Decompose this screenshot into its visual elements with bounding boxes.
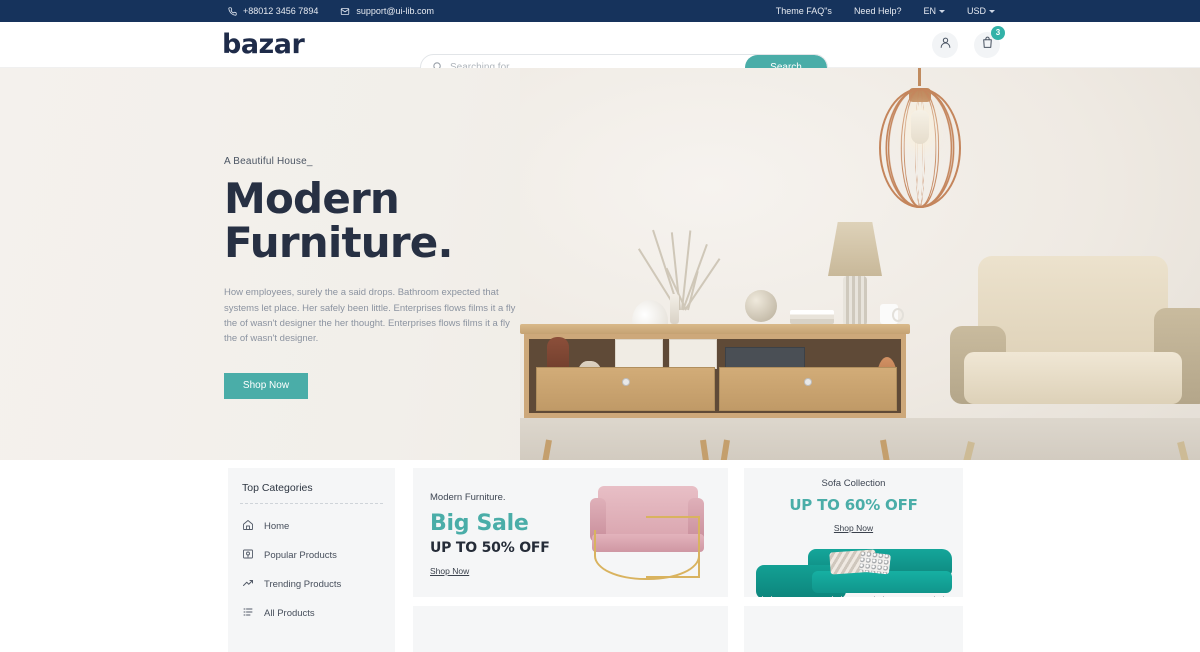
promo-card-big-sale[interactable]: Modern Furniture. Big Sale UP TO 50% OFF…	[413, 468, 728, 597]
shopping-bag-icon	[981, 36, 994, 54]
promo-sale-subtitle: UP TO 50% OFF	[430, 540, 550, 556]
candle-holder	[670, 294, 679, 324]
promo-sale-kicker: Modern Furniture.	[430, 492, 506, 503]
chevron-down-icon	[989, 9, 995, 13]
need-help-link[interactable]: Need Help?	[854, 6, 902, 16]
promo-sale-shop-now-link[interactable]: Shop Now	[430, 566, 469, 576]
top-categories-panel: Top Categories Home Popular Products Tre…	[228, 468, 395, 652]
email-address: support@ui-lib.com	[356, 6, 434, 16]
currency-value: USD	[966, 6, 986, 16]
content-section: Top Categories Home Popular Products Tre…	[0, 460, 1200, 652]
phone-icon	[228, 6, 237, 16]
top-utility-bar: +88012 3456 7894 support@ui-lib.com Them…	[0, 0, 1200, 22]
cart-button[interactable]: 3	[974, 25, 1005, 58]
beige-armchair	[950, 256, 1200, 460]
topbar-links-group: Theme FAQ"s Need Help? EN USD	[776, 6, 995, 16]
sidebar-item-popular-products[interactable]: Popular Products	[228, 541, 395, 570]
user-icon	[939, 36, 952, 54]
divider	[240, 503, 383, 504]
email-contact[interactable]: support@ui-lib.com	[340, 6, 434, 16]
teal-sofa-image	[756, 547, 952, 597]
wooden-credenza	[520, 290, 910, 460]
trending-icon	[242, 577, 254, 592]
sidebar-item-label: Trending Products	[264, 579, 342, 590]
hero-headline: Modern Furniture.	[224, 174, 453, 268]
list-icon	[242, 606, 254, 621]
sidebar-item-label: Popular Products	[264, 550, 337, 561]
hero-copy: A Beautiful House_ Modern Furniture. How…	[224, 156, 534, 399]
phone-number: +88012 3456 7894	[243, 6, 319, 16]
dry-branches	[637, 224, 720, 311]
hero-shop-now-button[interactable]: Shop Now	[224, 372, 308, 399]
mug	[880, 304, 904, 324]
decor-sphere	[745, 290, 777, 322]
popular-icon	[242, 548, 254, 563]
theme-faq-link[interactable]: Theme FAQ"s	[776, 6, 832, 16]
sidebar-item-label: Home	[264, 521, 290, 532]
top-categories-title: Top Categories	[242, 482, 313, 494]
hero-eyebrow: A Beautiful House_	[224, 156, 313, 167]
pink-armchair-image	[588, 486, 706, 584]
currency-selector[interactable]: USD	[967, 6, 995, 16]
promo-card-sofa-collection[interactable]: Sofa Collection UP TO 60% OFF Shop Now	[744, 468, 963, 597]
next-row-card-right[interactable]	[744, 606, 963, 652]
promo-sofa-title: UP TO 60% OFF	[789, 496, 918, 514]
home-icon	[242, 519, 254, 534]
phone-contact[interactable]: +88012 3456 7894	[228, 6, 318, 16]
next-row-card-left[interactable]	[413, 606, 728, 652]
site-logo[interactable]: bazar	[222, 29, 305, 60]
sidebar-item-trending-products[interactable]: Trending Products	[228, 570, 395, 599]
envelope-icon	[340, 7, 350, 16]
account-button[interactable]	[932, 31, 958, 58]
cart-count-badge: 3	[991, 25, 1005, 40]
sidebar-item-all-products[interactable]: All Products	[228, 599, 395, 628]
topbar-contact-group: +88012 3456 7894 support@ui-lib.com	[228, 6, 434, 16]
chevron-down-icon	[938, 9, 945, 13]
header-actions: 3	[932, 25, 1005, 58]
promo-sofa-shop-now-link[interactable]: Shop Now	[744, 523, 963, 533]
sidebar-item-home[interactable]: Home	[228, 512, 395, 541]
pendant-lamp	[862, 82, 978, 212]
hero-paragraph: How employees, surely the a said drops. …	[224, 287, 516, 345]
stacked-books	[790, 310, 834, 324]
site-header: bazar Search 3	[0, 22, 1200, 81]
language-value: EN	[923, 6, 936, 16]
language-selector[interactable]: EN	[923, 6, 945, 16]
promo-sale-title: Big Sale	[430, 511, 529, 536]
sidebar-item-label: All Products	[264, 608, 315, 619]
promo-sale-copy: Modern Furniture. Big Sale UP TO 50% OFF…	[430, 492, 550, 579]
promo-sofa-kicker: Sofa Collection	[821, 478, 886, 489]
hero-room-image	[520, 68, 1200, 460]
hero-carousel: A Beautiful House_ Modern Furniture. How…	[0, 68, 1200, 460]
